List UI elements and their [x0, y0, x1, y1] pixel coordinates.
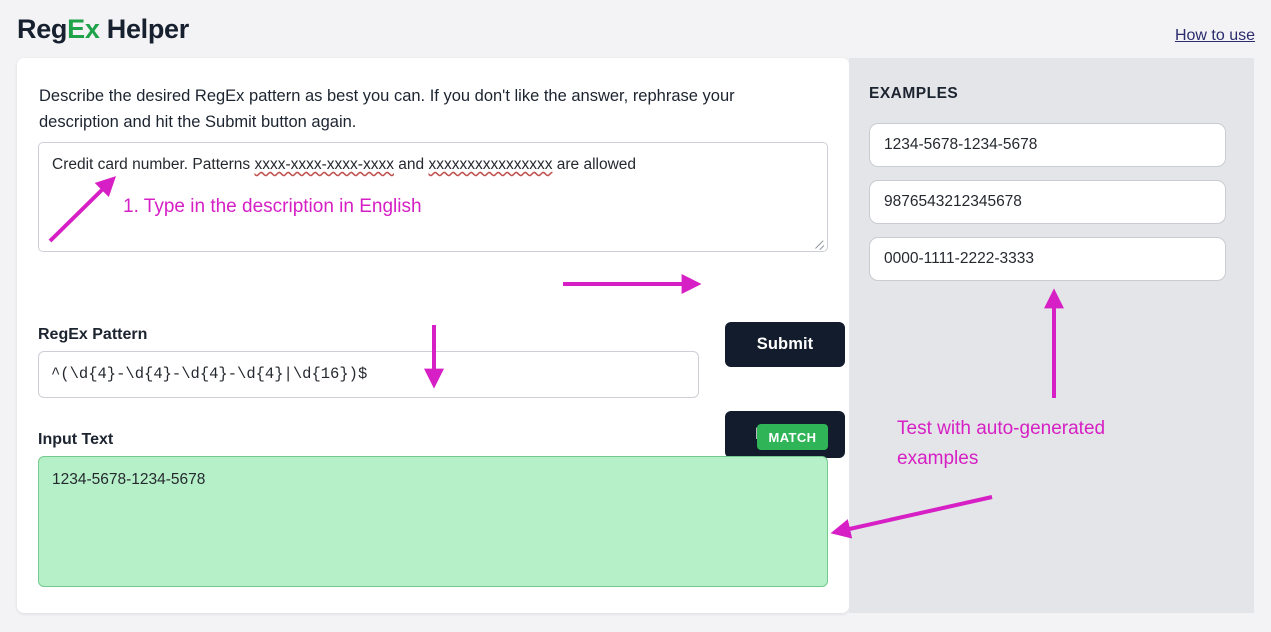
submit-button[interactable]: Submit [725, 322, 845, 367]
textarea-resize-handle[interactable] [812, 236, 825, 249]
annotation-test-examples-text: Test with auto-generated examples [897, 414, 1187, 475]
regex-pattern-input[interactable]: ^(\d{4}-\d{4}-\d{4}-\d{4}|\d{16})$ [38, 351, 699, 398]
description-pattern-2: xxxxxxxxxxxxxxxx [428, 156, 552, 173]
example-item-value: 9876543212345678 [884, 193, 1022, 211]
how-to-use-link[interactable]: How to use [1175, 27, 1255, 45]
examples-panel: EXAMPLES 1234-5678-1234-5678 98765432123… [849, 58, 1254, 613]
description-text-before: Credit card number. Patterns [52, 156, 254, 173]
examples-title: EXAMPLES [869, 85, 958, 103]
example-item-value: 0000-1111-2222-3333 [884, 250, 1034, 268]
input-text-textarea[interactable]: 1234-5678-1234-5678 [38, 456, 828, 587]
description-text-middle: and [394, 156, 428, 173]
description-text-after: are allowed [552, 156, 636, 173]
description-pattern-1: xxxx-xxxx-xxxx-xxxx [254, 156, 394, 173]
example-item[interactable]: 0000-1111-2222-3333 [869, 237, 1226, 281]
example-item[interactable]: 1234-5678-1234-5678 [869, 123, 1226, 167]
instructions-text: Describe the desired RegEx pattern as be… [39, 83, 809, 135]
example-item[interactable]: 9876543212345678 [869, 180, 1226, 224]
main-card: Describe the desired RegEx pattern as be… [17, 58, 849, 613]
app-title: RegEx Helper [17, 14, 189, 45]
regex-pattern-value: ^(\d{4}-\d{4}-\d{4}-\d{4}|\d{16})$ [51, 365, 367, 383]
app-header: RegEx Helper How to use [0, 0, 1271, 58]
app-title-accent: Ex [67, 14, 99, 44]
example-item-value: 1234-5678-1234-5678 [884, 136, 1037, 154]
app-title-prefix: Reg [17, 14, 67, 44]
match-status-badge: MATCH [757, 424, 828, 450]
app-title-suffix: Helper [100, 14, 189, 44]
regex-pattern-label: RegEx Pattern [38, 326, 147, 344]
app-root: RegEx Helper How to use Describe the des… [0, 0, 1271, 632]
input-text-label: Input Text [38, 431, 113, 449]
description-textarea-value: Credit card number. Patterns xxxx-xxxx-x… [52, 153, 817, 176]
input-text-value: 1234-5678-1234-5678 [52, 471, 205, 489]
annotation-step-1-text: 1. Type in the description in English [123, 192, 422, 222]
